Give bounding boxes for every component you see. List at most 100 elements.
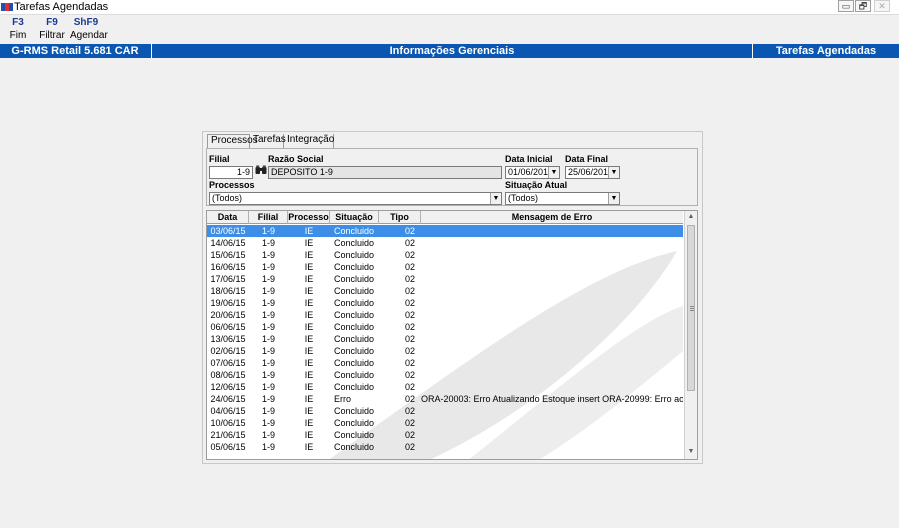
table-row[interactable]: 13/06/15 1-9 IE Concluido 02 — [207, 333, 683, 345]
filial-label: Filial — [209, 154, 230, 164]
fkey-fim-label: Fim — [9, 30, 27, 41]
cell-situacao: Concluido — [334, 430, 375, 440]
processos-grid[interactable]: Data Filial Processo Situação Tipo Custo… — [206, 210, 698, 460]
function-key-toolbar: F3 Fim F9 Filtrar ShF9 Agendar — [0, 17, 899, 43]
status-app-version: G-RMS Retail 5.681 CAR — [11, 45, 139, 57]
table-row[interactable]: 17/06/15 1-9 IE Concluido 02 — [207, 273, 683, 285]
fkey-filtrar[interactable]: F9 Filtrar — [38, 17, 66, 41]
cell-processo: IE — [304, 334, 314, 344]
table-row[interactable]: 04/06/15 1-9 IE Concluido 02 — [207, 405, 683, 417]
table-row[interactable]: 10/06/15 1-9 IE Concluido 02 — [207, 417, 683, 429]
grid-scrollbar[interactable]: ▲ ▼ — [684, 211, 697, 459]
col-header-mensagem[interactable]: Mensagem de Erro — [421, 211, 683, 224]
cell-data: 15/06/15 — [210, 250, 246, 260]
table-row[interactable]: 20/06/15 1-9 IE Concluido 02 — [207, 309, 683, 321]
cell-mensagem — [421, 357, 683, 369]
cell-tipo-custo: 02 — [404, 370, 415, 380]
arrow-up-icon[interactable]: ▲ — [685, 211, 697, 223]
razao-social-field: DEPOSITO 1-9 — [268, 166, 502, 179]
cell-data: 19/06/15 — [210, 298, 246, 308]
cell-tipo-custo: 02 — [404, 262, 415, 272]
tab-integracao[interactable]: Integração — [284, 134, 334, 148]
table-row[interactable]: 12/06/15 1-9 IE Concluido 02 — [207, 381, 683, 393]
fkey-fim[interactable]: F3 Fim — [8, 17, 28, 41]
app-icon — [1, 3, 13, 11]
table-row[interactable]: 24/06/15 1-9 IE Erro 02 ORA-20003: Erro Atual… — [207, 393, 683, 405]
col-header-processo[interactable]: Processo — [288, 211, 330, 224]
cell-mensagem — [421, 297, 683, 309]
cell-filial: 1-9 — [261, 286, 275, 296]
cell-mensagem — [421, 237, 683, 249]
table-row[interactable]: 02/06/15 1-9 IE Concluido 02 — [207, 345, 683, 357]
cell-tipo-custo: 02 — [404, 442, 415, 452]
cell-mensagem — [421, 309, 683, 321]
cell-mensagem — [421, 369, 683, 381]
cell-filial: 1-9 — [261, 226, 275, 236]
restore-button[interactable]: 🗗 — [855, 0, 871, 12]
cell-data: 04/06/15 — [210, 406, 246, 416]
table-row[interactable]: 07/06/15 1-9 IE Concluido 02 — [207, 357, 683, 369]
cell-filial: 1-9 — [261, 382, 275, 392]
cell-filial: 1-9 — [261, 322, 275, 332]
cell-processo: IE — [304, 430, 314, 440]
col-header-data[interactable]: Data — [207, 211, 249, 224]
table-row[interactable]: 16/06/15 1-9 IE Concluido 02 — [207, 261, 683, 273]
cell-filial: 1-9 — [261, 406, 275, 416]
table-row[interactable]: 19/06/15 1-9 IE Concluido 02 — [207, 297, 683, 309]
chevron-down-icon[interactable]: ▼ — [608, 193, 619, 204]
cell-filial: 1-9 — [261, 370, 275, 380]
col-header-tipo-custo[interactable]: Tipo Custo — [379, 211, 421, 235]
table-row[interactable]: 06/06/15 1-9 IE Concluido 02 — [207, 321, 683, 333]
cell-data: 18/06/15 — [210, 286, 246, 296]
fkey-agendar-key: ShF9 — [73, 17, 99, 28]
scrollbar-thumb[interactable] — [687, 225, 695, 391]
table-row[interactable]: 05/06/15 1-9 IE Concluido 02 — [207, 441, 683, 453]
cell-situacao: Concluido — [334, 226, 375, 236]
processos-select[interactable]: (Todos) ▼ — [209, 192, 502, 205]
cell-processo: IE — [304, 274, 314, 284]
situacao-select[interactable]: (Todos) ▼ — [505, 192, 620, 205]
col-header-filial[interactable]: Filial — [249, 211, 288, 224]
cell-processo: IE — [304, 394, 314, 404]
situacao-value: (Todos) — [508, 193, 539, 203]
cell-tipo-custo: 02 — [404, 286, 415, 296]
status-screen: Tarefas Agendadas — [775, 45, 877, 57]
grip-line — [690, 308, 694, 309]
cell-tipo-custo: 02 — [404, 322, 415, 332]
fkey-filtrar-label: Filtrar — [39, 30, 65, 41]
cell-data: 10/06/15 — [210, 418, 246, 428]
fkey-agendar[interactable]: ShF9 Agendar — [70, 17, 108, 41]
close-button[interactable]: ✕ — [874, 0, 890, 12]
cell-data: 20/06/15 — [210, 310, 246, 320]
col-header-situacao[interactable]: Situação — [330, 211, 379, 224]
window-titlebar: Tarefas Agendadas ▭ 🗗 ✕ — [0, 0, 899, 15]
minimize-button[interactable]: ▭ — [838, 0, 854, 12]
binoculars-icon[interactable] — [254, 165, 267, 178]
arrow-down-icon[interactable]: ▼ — [685, 446, 697, 458]
razao-social-label: Razão Social — [268, 154, 324, 164]
data-inicial-value: 01/06/2015 — [508, 167, 554, 177]
table-row[interactable]: 03/06/15 1-9 IE Concluido 02 — [207, 225, 683, 237]
data-final-picker[interactable]: 25/06/2015 ▼ — [565, 166, 620, 179]
tab-tarefas[interactable]: Tarefas — [250, 134, 286, 148]
cell-processo: IE — [304, 346, 314, 356]
cell-processo: IE — [304, 238, 314, 248]
chevron-down-icon[interactable]: ▼ — [608, 167, 619, 178]
grip-line — [690, 310, 694, 311]
cell-processo: IE — [304, 310, 314, 320]
chevron-down-icon[interactable]: ▼ — [548, 167, 559, 178]
filial-input[interactable]: 1-9 — [209, 166, 253, 179]
table-row[interactable]: 15/06/15 1-9 IE Concluido 02 — [207, 249, 683, 261]
fkey-filtrar-key: F9 — [46, 17, 58, 28]
cell-situacao: Concluido — [334, 274, 375, 284]
table-row[interactable]: 21/06/15 1-9 IE Concluido 02 — [207, 429, 683, 441]
data-inicial-picker[interactable]: 01/06/2015 ▼ — [505, 166, 560, 179]
cell-processo: IE — [304, 406, 314, 416]
chevron-down-icon[interactable]: ▼ — [490, 193, 501, 204]
table-row[interactable]: 18/06/15 1-9 IE Concluido 02 — [207, 285, 683, 297]
cell-mensagem — [421, 381, 683, 393]
table-row[interactable]: 08/06/15 1-9 IE Concluido 02 — [207, 369, 683, 381]
cell-tipo-custo: 02 — [404, 310, 415, 320]
table-row[interactable]: 14/06/15 1-9 IE Concluido 02 — [207, 237, 683, 249]
tab-processos[interactable]: Processos — [207, 134, 258, 148]
